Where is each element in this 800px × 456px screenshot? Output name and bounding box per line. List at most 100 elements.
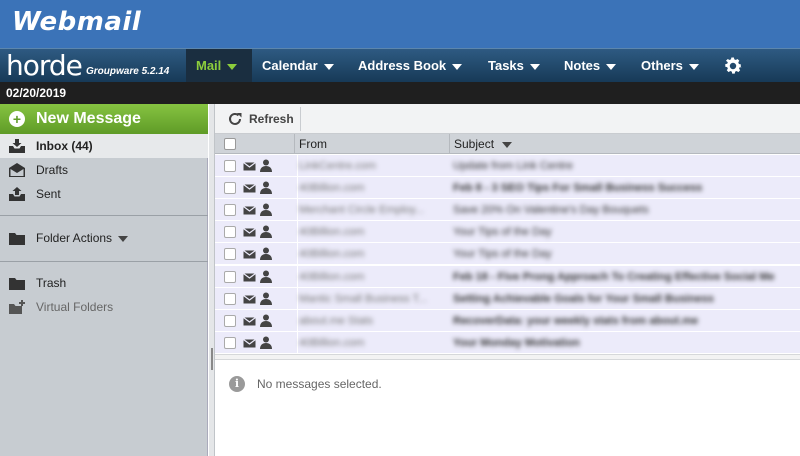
message-toolbar: Refresh	[215, 104, 800, 134]
row-checkbox[interactable]	[224, 160, 236, 172]
row-checkbox[interactable]	[224, 204, 236, 217]
sidebar-divider	[0, 215, 208, 216]
sidebar-item-trash[interactable]: Trash	[0, 271, 208, 295]
table-row[interactable]: 40Billion.com Your Monday Motivation	[215, 331, 800, 354]
row-from: Merchant Circle Employ...	[299, 204, 425, 217]
row-checkbox[interactable]	[224, 248, 236, 261]
row-from: 40Billion.com	[299, 226, 365, 239]
menu-others[interactable]: Others	[641, 49, 699, 82]
inbox-icon	[9, 139, 25, 153]
splitter-grip[interactable]	[211, 348, 213, 370]
table-row[interactable]: 40Billion.com Feb 8 - 3 SEO Tips For Smal…	[215, 177, 800, 200]
table-row[interactable]: 40Billion.com Feb 18 - Five Prong Approac…	[215, 265, 800, 288]
column-from[interactable]: From	[294, 134, 449, 154]
new-message-button[interactable]: + New Message	[0, 104, 208, 134]
refresh-button[interactable]: Refresh	[221, 107, 301, 131]
sidebar-item-drafts[interactable]: Drafts	[0, 158, 208, 182]
table-row[interactable]: Merchant Circle Employ... Save 20% On Val…	[215, 199, 800, 222]
row-subject: Your Monday Motivation	[453, 336, 580, 349]
envelope-icon	[243, 250, 256, 259]
plus-icon: +	[9, 111, 25, 127]
sidebar-item-sent[interactable]: Sent	[0, 182, 208, 206]
chevron-down-icon	[227, 63, 238, 70]
webmail-logo: Webmail	[12, 7, 142, 37]
chevron-down-icon	[688, 63, 699, 70]
user-icon	[260, 203, 272, 217]
table-row[interactable]: Mantic Small Business T... Setting Achiev…	[215, 287, 800, 310]
table-row[interactable]: LinkCentre.com Update from Link Centre	[215, 155, 800, 177]
sidebar: + New Message Inbox (44) Drafts Sent Fol…	[0, 104, 208, 456]
envelope-icon	[243, 228, 256, 237]
row-subject: Save 20% On Valentine's Day Bouquets	[453, 204, 649, 217]
row-checkbox[interactable]	[224, 270, 236, 283]
row-subject: Update from Link Centre	[453, 160, 573, 172]
preview-empty: i No messages selected.	[229, 376, 382, 392]
envelope-icon	[243, 272, 256, 281]
chevron-down-icon	[323, 63, 334, 70]
chevron-down-icon	[529, 63, 540, 70]
table-row[interactable]: about.me Stats RecoverData: your weekly s…	[215, 309, 800, 332]
menu-tasks[interactable]: Tasks	[488, 49, 540, 82]
row-subject: Your Tips of the Day	[453, 248, 552, 261]
sidebar-item-virtual-folders[interactable]: Virtual Folders	[0, 295, 208, 319]
envelope-icon	[243, 338, 256, 348]
user-icon	[260, 292, 272, 305]
sort-down-icon	[502, 142, 513, 148]
sidebar-item-inbox[interactable]: Inbox (44)	[0, 134, 208, 158]
envelope-icon	[243, 316, 256, 326]
row-from: 40Billion.com	[299, 270, 365, 283]
drafts-icon	[9, 163, 25, 177]
row-subject: Your Tips of the Day	[453, 226, 552, 239]
row-checkbox[interactable]	[224, 336, 236, 349]
chevron-down-icon	[606, 63, 617, 70]
row-subject: Feb 18 - Five Prong Approach To Creating…	[453, 270, 775, 283]
envelope-icon	[243, 162, 256, 171]
column-subject[interactable]: Subject	[449, 134, 800, 154]
row-from: 40Billion.com	[299, 336, 365, 349]
menu-mail[interactable]: Mail	[186, 49, 252, 82]
folder-icon	[9, 233, 25, 245]
select-all-checkbox[interactable]	[224, 138, 236, 150]
user-icon	[260, 225, 272, 239]
row-checkbox[interactable]	[224, 226, 236, 239]
main-menu-bar: horde Groupware 5.2.14 Mail Calendar Add…	[0, 48, 800, 82]
add-folder-icon	[9, 300, 25, 314]
refresh-icon	[229, 112, 242, 125]
user-icon	[260, 270, 272, 283]
row-from: 40Billion.com	[299, 248, 365, 261]
gear-icon[interactable]	[722, 55, 744, 77]
user-icon	[260, 336, 272, 349]
envelope-icon	[243, 184, 256, 193]
horde-logo-word: horde	[6, 49, 83, 82]
row-from: 40Billion.com	[299, 182, 365, 195]
date-bar: 02/20/2019	[0, 82, 800, 104]
new-message-label: New Message	[36, 110, 141, 127]
table-row[interactable]: 40Billion.com Your Tips of the Day	[215, 221, 800, 244]
sent-icon	[9, 187, 25, 201]
envelope-icon	[243, 294, 256, 304]
main-pane: Refresh From Subject LinkCentre.com Updat…	[215, 104, 800, 456]
folder-actions-menu[interactable]: Folder Actions	[0, 226, 208, 250]
user-icon	[260, 159, 272, 172]
row-subject: Setting Achievable Goals for Your Small …	[453, 292, 714, 305]
row-from: about.me Stats	[299, 314, 373, 327]
row-checkbox[interactable]	[224, 292, 236, 305]
trash-folder-icon	[9, 278, 25, 290]
user-icon	[260, 314, 272, 327]
row-checkbox[interactable]	[224, 182, 236, 195]
row-from: Mantic Small Business T...	[299, 292, 428, 305]
user-icon	[260, 181, 272, 195]
menu-address-book[interactable]: Address Book	[358, 49, 463, 82]
menu-notes[interactable]: Notes	[564, 49, 617, 82]
horde-logo[interactable]: horde Groupware 5.2.14	[4, 49, 184, 82]
chevron-down-icon	[118, 236, 129, 242]
row-checkbox[interactable]	[224, 314, 236, 327]
menu-calendar[interactable]: Calendar	[262, 49, 334, 82]
row-from: LinkCentre.com	[299, 160, 377, 172]
message-list-header: From Subject	[215, 134, 800, 154]
row-subject: RecoverData: your weekly stats from abou…	[453, 314, 699, 327]
sidebar-divider	[0, 261, 208, 262]
table-row[interactable]: 40Billion.com Your Tips of the Day	[215, 243, 800, 266]
row-subject: Feb 8 - 3 SEO Tips For Small Business Su…	[453, 182, 703, 195]
preview-splitter[interactable]	[215, 354, 800, 360]
